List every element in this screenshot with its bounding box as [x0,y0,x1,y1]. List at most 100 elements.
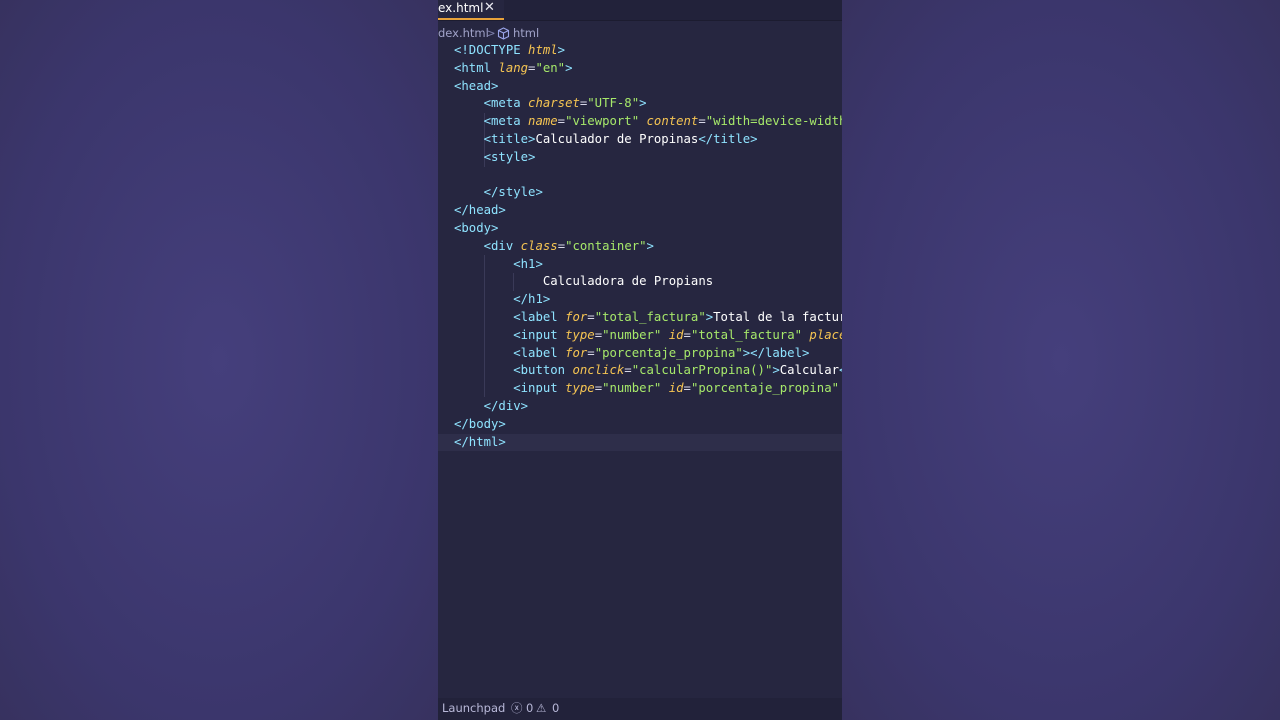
code-token: for [565,309,588,324]
code-line[interactable]: <button onclick="calcularPropina()">Calc… [454,362,842,380]
code-token: </title> [698,131,758,146]
code-token: = [624,363,632,378]
code-token: html [528,43,558,57]
code-token: "viewport" [565,114,647,129]
code-line[interactable]: <body> [454,220,842,238]
code-line[interactable]: <title>Calculador de Propinas</title> [454,131,842,149]
code-token: "number" [602,381,669,396]
code-token: = [698,114,706,129]
code-line[interactable]: </div> [454,398,842,416]
launchpad-button[interactable]: Launchpad [442,698,505,718]
code-area[interactable]: <!DOCTYPE html> <html lang="en"> <head> <m… [438,42,842,452]
code-token: content [646,114,699,129]
code-token: = [587,345,595,360]
tab-bar: ex.html ✕ [438,0,842,21]
code-token: name [528,114,558,129]
code-line[interactable]: </body> [454,416,842,434]
code-token: = [557,114,566,129]
code-token: "porcentaje_propina" [594,345,743,360]
code-line[interactable]: <meta name="viewport" content="width=dev… [454,113,842,131]
code-token: id [668,327,684,342]
code-line[interactable]: Calculadora de Propians [454,273,842,291]
code-line[interactable]: <h1> [454,256,842,274]
code-token: <div [483,238,521,253]
error-count: 0 [526,701,534,715]
code-token: </head> [454,203,506,218]
tab-index-html[interactable]: ex.html ✕ [438,0,504,20]
error-icon[interactable]: ⓧ [511,698,523,718]
code-token: placeh [809,327,842,342]
code-token: = [594,381,603,396]
code-token: Total de la factura [713,309,842,324]
code-token: = [683,381,691,396]
code-token: lang [498,60,529,75]
code-line[interactable] [454,167,842,185]
code-token: <button [513,363,573,378]
code-token: > [639,96,647,111]
code-line[interactable]: </head> [454,202,842,220]
code-token: </html> [454,434,506,449]
code-line[interactable]: <style> [454,149,842,167]
code-token: <html [454,60,499,75]
code-token: > [557,43,566,57]
code-line[interactable]: </style> [454,184,842,202]
code-line[interactable]: <div class="container"> [454,238,842,256]
code-token: = [594,327,603,342]
code-token: Calcular [779,363,840,378]
code-token: </style> [483,185,543,200]
right-backdrop [842,0,1280,720]
code-token: <body> [454,220,499,235]
code-token: "width=device-width, [705,114,842,129]
code-token: = [683,327,691,342]
code-line[interactable]: <meta charset="UTF-8"> [454,95,842,113]
code-token: Calculadora de Propians [542,274,714,289]
code-line[interactable]: <!DOCTYPE html> [454,42,842,60]
close-icon[interactable]: ✕ [484,0,495,16]
code-token: "total_factura" [690,327,810,342]
breadcrumb-symbol[interactable]: html [513,25,539,41]
code-token: </div> [483,398,529,413]
code-editor: ex.html ✕ dex.html > html <!DOCTYPE html… [438,0,842,720]
code-line[interactable]: <label for="porcentaje_propina"></label> [454,345,842,363]
code-token: <label [513,309,566,324]
code-token: "porcentaje_propina" [690,381,842,396]
code-line[interactable]: <html lang="en"> [454,60,842,78]
code-token: <meta [483,114,529,129]
code-token: "UTF-8" [587,96,640,111]
code-token: "number" [602,327,669,342]
code-line[interactable]: <label for="total_factura">Total de la f… [454,309,842,327]
code-token: id [668,381,684,396]
code-token: > [565,60,573,75]
warning-icon[interactable]: ⚠ [536,698,546,718]
code-line[interactable]: </html> [438,433,842,452]
code-token: Calculador de Propinas [535,131,699,146]
code-token: "total_factura" [594,309,706,324]
code-line[interactable]: <input type="number" id="porcentaje_prop… [454,380,842,398]
code-token: > [646,238,654,253]
code-token: "en" [535,60,566,75]
code-line[interactable]: <input type="number" id="total_factura" … [454,327,842,345]
code-token: type [565,381,595,396]
code-line[interactable]: <head> [454,78,842,96]
code-token: = [557,238,566,253]
code-token: type [565,327,595,342]
warning-count: 0 [552,701,560,715]
code-token: "calcularPropina()" [631,363,773,378]
left-backdrop [0,0,438,720]
code-token: <head> [454,78,499,93]
code-token: </ [839,363,842,377]
code-token: <input [513,327,566,342]
breadcrumb-file[interactable]: dex.html [438,25,489,41]
code-line[interactable]: </h1> [454,291,842,309]
